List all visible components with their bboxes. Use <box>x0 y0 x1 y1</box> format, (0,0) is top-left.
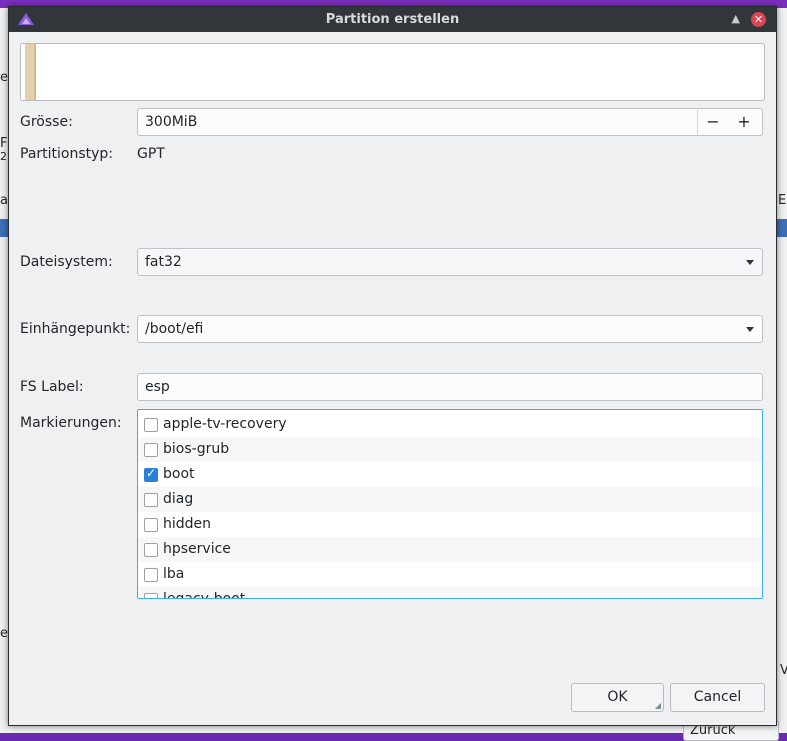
fs-label-label: FS Label: <box>20 379 84 395</box>
checkbox-icon[interactable] <box>144 418 158 432</box>
fs-label-input[interactable]: esp <box>137 373 763 401</box>
flag-item[interactable]: hidden <box>138 512 762 537</box>
flags-list[interactable]: apple-tv-recovery bios-grub boot diag hi… <box>137 409 763 599</box>
flag-label: lba <box>163 566 185 582</box>
create-partition-dialog: Partition erstellen ▲ ✕ Grösse: 300MiB −… <box>8 6 777 726</box>
bg-text-fragment: E <box>778 193 787 208</box>
flag-label: bios-grub <box>163 441 230 457</box>
bg-text-fragment: V <box>780 663 787 678</box>
fs-label-value[interactable]: esp <box>145 379 170 395</box>
bg-text-fragment: e <box>0 626 8 641</box>
size-spinbox[interactable]: 300MiB − + <box>137 108 763 136</box>
increase-size-button[interactable]: + <box>729 112 759 131</box>
bg-selection <box>0 219 8 237</box>
flag-label: hpservice <box>163 541 231 557</box>
decrease-size-button[interactable]: − <box>698 112 728 131</box>
flag-item[interactable]: hpservice <box>138 537 762 562</box>
flag-label: boot <box>163 466 195 482</box>
size-value[interactable]: 300MiB <box>145 114 197 130</box>
partition-type-value: GPT <box>137 146 165 162</box>
ok-label: OK <box>607 689 628 705</box>
bg-text-fragment: F <box>0 136 8 151</box>
checkbox-icon[interactable] <box>144 493 158 507</box>
filesystem-combo[interactable]: fat32 <box>137 248 763 276</box>
flag-item[interactable]: boot <box>138 462 762 487</box>
chevron-down-icon[interactable] <box>746 327 754 332</box>
resize-grip-icon: ◢ <box>654 701 661 710</box>
checkbox-icon[interactable] <box>144 543 158 557</box>
checkbox-icon[interactable] <box>144 443 158 457</box>
flag-item[interactable]: diag <box>138 487 762 512</box>
flag-label: legacy-boot <box>163 591 246 599</box>
partition-segment[interactable] <box>25 44 36 100</box>
titlebar: Partition erstellen ▲ ✕ <box>9 7 776 32</box>
filesystem-label: Dateisystem: <box>20 254 113 270</box>
dialog-title: Partition erstellen <box>325 12 460 27</box>
flag-item[interactable]: lba <box>138 562 762 587</box>
mountpoint-value[interactable]: /boot/efi <box>145 321 203 337</box>
partition-preview <box>20 43 765 101</box>
cancel-label: Cancel <box>693 689 742 705</box>
flag-label: diag <box>163 491 194 507</box>
checkbox-icon[interactable] <box>144 593 158 598</box>
filesystem-value: fat32 <box>145 254 182 270</box>
checkbox-icon[interactable] <box>144 568 158 582</box>
close-icon[interactable]: ✕ <box>751 12 766 27</box>
flag-item[interactable]: legacy-boot <box>138 587 762 599</box>
flag-label: apple-tv-recovery <box>163 416 287 432</box>
mountpoint-combo[interactable]: /boot/efi <box>137 315 763 343</box>
partition-type-label: Partitionstyp: <box>20 146 114 162</box>
bg-text-fragment: 2 <box>0 150 7 163</box>
cancel-button[interactable]: Cancel <box>670 683 765 712</box>
window-shade-icon[interactable]: ▲ <box>732 12 740 25</box>
size-label: Grösse: <box>20 114 73 130</box>
flag-item[interactable]: bios-grub <box>138 437 762 462</box>
checkbox-icon[interactable] <box>144 466 158 482</box>
ok-button[interactable]: OK ◢ <box>571 683 664 712</box>
flag-label: hidden <box>163 516 212 532</box>
flag-item[interactable]: apple-tv-recovery <box>138 412 762 437</box>
bg-text-fragment: e <box>0 70 8 85</box>
chevron-down-icon[interactable] <box>746 260 754 265</box>
checkbox-icon[interactable] <box>144 518 158 532</box>
mountpoint-label: Einhängepunkt: <box>20 321 131 337</box>
bg-text-fragment: a <box>0 193 8 208</box>
flags-label: Markierungen: <box>20 415 122 431</box>
